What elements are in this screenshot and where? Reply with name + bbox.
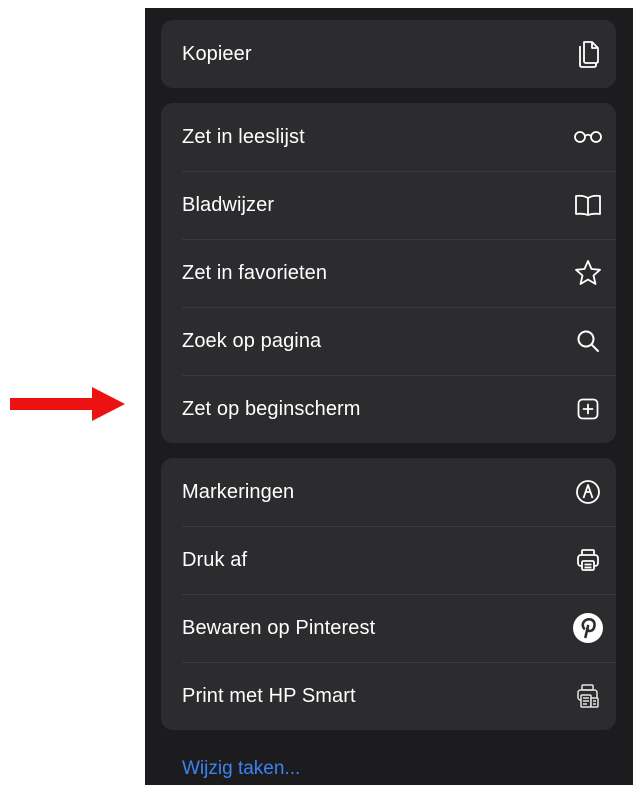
menu-item-label: Zoek op pagina [182, 329, 322, 352]
hp-smart-icon [572, 680, 604, 712]
menu-item-label: Druk af [182, 548, 248, 571]
menu-item-label: Zet op beginscherm [182, 397, 361, 420]
book-icon [572, 189, 604, 221]
menu-group-copy: Kopieer [161, 20, 616, 88]
pinterest-icon [572, 612, 604, 644]
share-sheet: Kopieer Zet in leeslijst Bladwijzer Zet … [145, 8, 633, 785]
menu-item-label: Bladwijzer [182, 193, 275, 216]
menu-item-favorites[interactable]: Zet in favorieten [161, 239, 616, 307]
menu-group-page-actions: Zet in leeslijst Bladwijzer Zet in favor… [161, 103, 616, 443]
menu-item-label: Kopieer [182, 42, 252, 65]
menu-item-label: Markeringen [182, 480, 295, 503]
menu-item-reading-list[interactable]: Zet in leeslijst [161, 103, 616, 171]
menu-item-find-on-page[interactable]: Zoek op pagina [161, 307, 616, 375]
menu-group-extensions: Markeringen Druk af Bewaren op Pinterest… [161, 458, 616, 730]
add-square-icon [572, 393, 604, 425]
menu-item-copy[interactable]: Kopieer [161, 20, 616, 88]
printer-icon [572, 544, 604, 576]
menu-item-print[interactable]: Druk af [161, 526, 616, 594]
menu-item-label: Bewaren op Pinterest [182, 616, 376, 639]
menu-item-markup[interactable]: Markeringen [161, 458, 616, 526]
search-icon [572, 325, 604, 357]
menu-item-save-to-pinterest[interactable]: Bewaren op Pinterest [161, 594, 616, 662]
star-icon [572, 257, 604, 289]
glasses-icon [572, 121, 604, 153]
markup-icon [572, 476, 604, 508]
menu-item-label: Print met HP Smart [182, 684, 356, 707]
menu-item-label: Zet in leeslijst [182, 125, 305, 148]
menu-item-bookmark[interactable]: Bladwijzer [161, 171, 616, 239]
menu-item-add-to-home-screen[interactable]: Zet op beginscherm [161, 375, 616, 443]
copy-icon [572, 38, 604, 70]
edit-actions-link[interactable]: Wijzig taken... [182, 758, 300, 780]
red-arrow-indicator [10, 387, 125, 421]
menu-item-label: Zet in favorieten [182, 261, 328, 284]
menu-item-print-hp-smart[interactable]: Print met HP Smart [161, 662, 616, 730]
